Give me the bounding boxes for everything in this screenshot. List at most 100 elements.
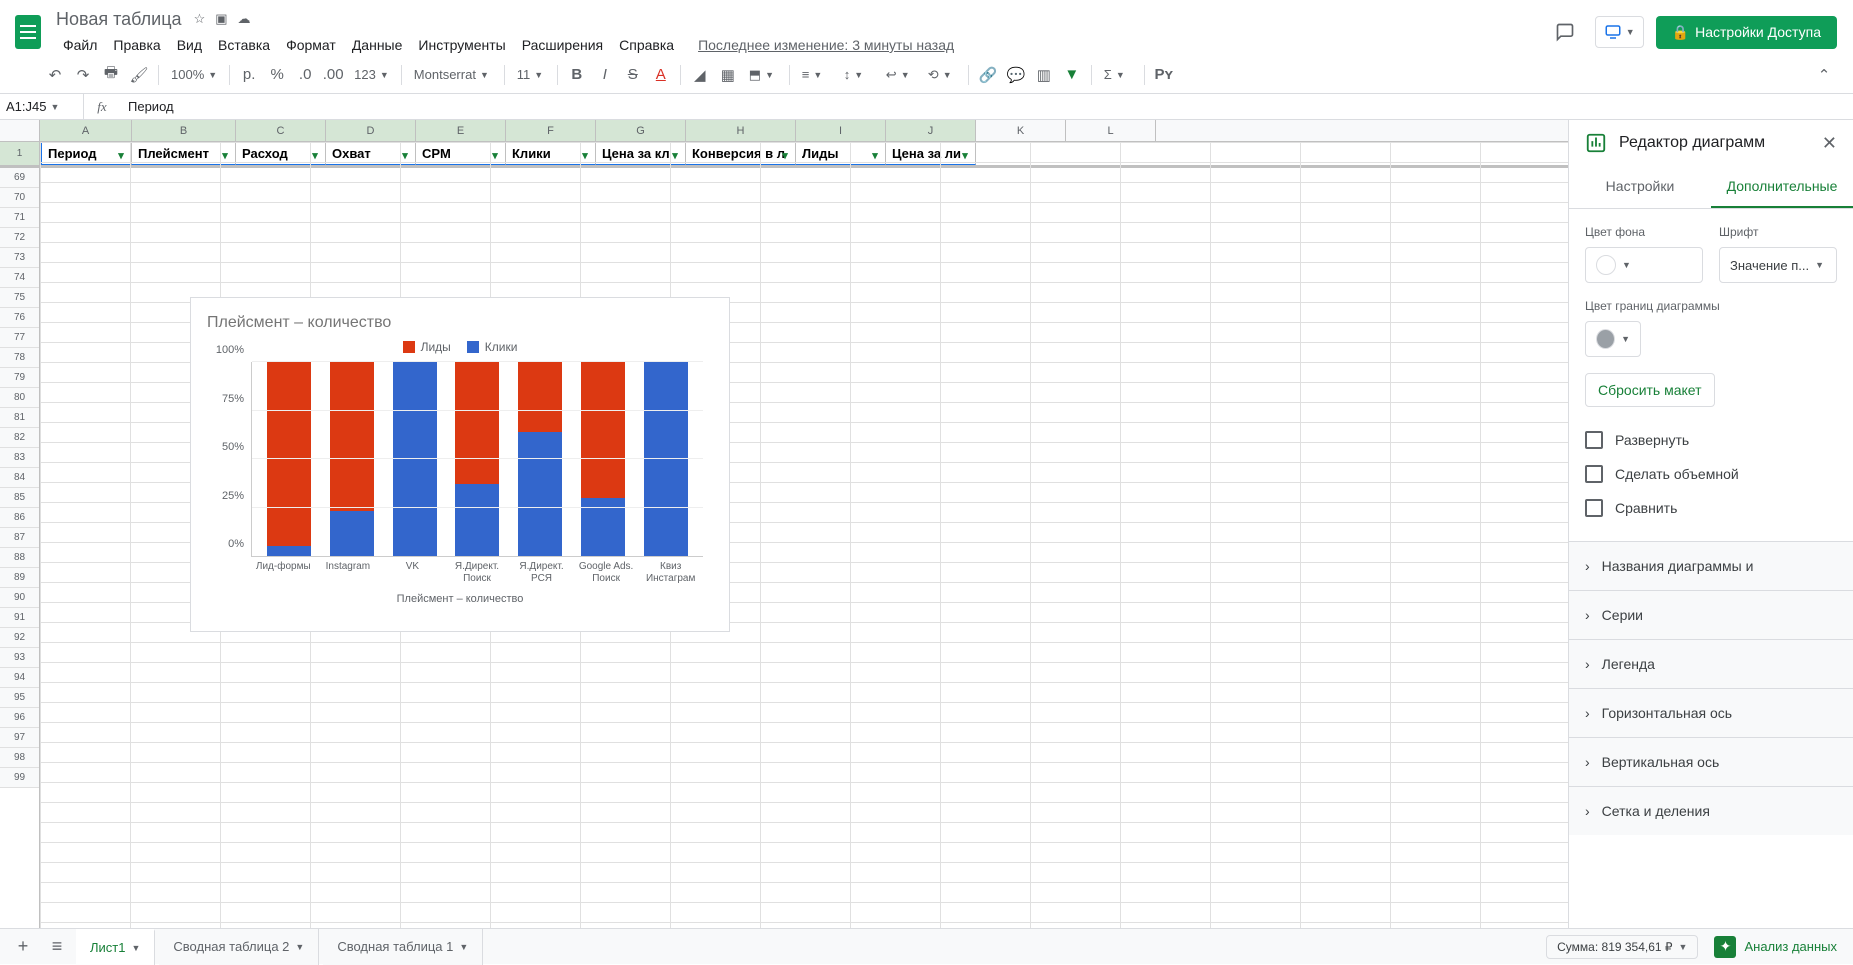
col-header[interactable]: D	[326, 120, 416, 141]
zoom-select[interactable]: 100%▼	[165, 67, 223, 82]
col-header[interactable]: C	[236, 120, 326, 141]
row-header[interactable]: 77	[0, 328, 39, 348]
row-header[interactable]: 72	[0, 228, 39, 248]
document-title[interactable]: Новая таблица	[56, 9, 182, 30]
row-header-frozen[interactable]: 1	[0, 142, 39, 168]
link-button[interactable]: 🔗	[975, 62, 1001, 88]
menu-file[interactable]: Файл	[56, 33, 104, 57]
row-header[interactable]: 81	[0, 408, 39, 428]
menu-format[interactable]: Формат	[279, 33, 343, 57]
rotate-button[interactable]: ⟲▼	[922, 67, 962, 83]
filter-icon[interactable]: ▾	[488, 148, 502, 162]
name-box[interactable]: A1:J45▼	[0, 94, 84, 119]
col-header[interactable]: F	[506, 120, 596, 141]
filter-icon[interactable]: ▾	[958, 148, 972, 162]
present-button[interactable]: ▼	[1595, 16, 1644, 48]
redo-button[interactable]: ↷	[70, 62, 96, 88]
filter-icon[interactable]: ▾	[218, 148, 232, 162]
filter-icon[interactable]: ▾	[114, 148, 128, 162]
row-header[interactable]: 86	[0, 508, 39, 528]
accordion-titles[interactable]: ›Названия диаграммы и	[1569, 541, 1853, 590]
col-header[interactable]: I	[796, 120, 886, 141]
header-cell[interactable]: Расход▾	[236, 142, 326, 165]
row-header[interactable]: 71	[0, 208, 39, 228]
row-header[interactable]: 88	[0, 548, 39, 568]
row-header[interactable]: 74	[0, 268, 39, 288]
sum-indicator[interactable]: Сумма: 819 354,61 ₽▼	[1546, 935, 1698, 959]
comment-button[interactable]: 💬	[1003, 62, 1029, 88]
star-icon[interactable]: ☆	[194, 11, 206, 27]
menu-insert[interactable]: Вставка	[211, 33, 277, 57]
menu-data[interactable]: Данные	[345, 33, 410, 57]
filter-icon[interactable]: ▾	[868, 148, 882, 162]
sheet-tab-pivot2[interactable]: Сводная таблица 2▼	[159, 929, 319, 965]
functions-button[interactable]: Σ▼	[1098, 67, 1138, 82]
row-header[interactable]: 90	[0, 588, 39, 608]
checkbox-maximize[interactable]: Развернуть	[1585, 423, 1837, 457]
row-headers[interactable]: 1 69707172737475767778798081828384858687…	[0, 142, 40, 928]
col-header[interactable]: A	[40, 120, 132, 141]
move-icon[interactable]: ▣	[215, 11, 227, 27]
filter-icon[interactable]: ▾	[578, 148, 592, 162]
format-select[interactable]: 123▼	[348, 67, 395, 82]
merge-button[interactable]: ⬒▼	[743, 67, 783, 83]
percent-button[interactable]: %	[264, 62, 290, 88]
font-size-select[interactable]: 11▼	[511, 67, 551, 82]
col-header[interactable]: E	[416, 120, 506, 141]
accordion-legend[interactable]: ›Легенда	[1569, 639, 1853, 688]
row-header[interactable]: 83	[0, 448, 39, 468]
header-cell[interactable]: Цена за ли▾	[886, 142, 976, 165]
column-headers[interactable]: ABCDEFGHIJKL	[0, 120, 1568, 142]
header-cell[interactable]: CPM▾	[416, 142, 506, 165]
checkbox-3d[interactable]: Сделать объемной	[1585, 457, 1837, 491]
all-sheets-button[interactable]: ≡	[42, 932, 72, 962]
header-cell[interactable]: Цена за кл▾	[596, 142, 686, 165]
row-header[interactable]: 78	[0, 348, 39, 368]
row-header[interactable]: 93	[0, 648, 39, 668]
header-cell[interactable]: Лиды▾	[796, 142, 886, 165]
menu-help[interactable]: Справка	[612, 33, 681, 57]
accordion-haxis[interactable]: ›Горизонтальная ось	[1569, 688, 1853, 737]
col-header[interactable]: G	[596, 120, 686, 141]
filter-icon[interactable]: ▾	[398, 148, 412, 162]
row-header[interactable]: 99	[0, 768, 39, 788]
reset-layout-button[interactable]: Сбросить макет	[1585, 373, 1715, 407]
bold-button[interactable]: B	[564, 62, 590, 88]
close-icon[interactable]: ✕	[1822, 133, 1837, 154]
accordion-vaxis[interactable]: ›Вертикальная ось	[1569, 737, 1853, 786]
row-header[interactable]: 76	[0, 308, 39, 328]
row-header[interactable]: 92	[0, 628, 39, 648]
row-header[interactable]: 70	[0, 188, 39, 208]
valign-button[interactable]: ↕▼	[838, 67, 878, 82]
tab-customize[interactable]: Дополнительные	[1711, 166, 1853, 208]
border-color-picker[interactable]: ▼	[1585, 321, 1641, 357]
filter-icon[interactable]: ▾	[668, 148, 682, 162]
row-header[interactable]: 75	[0, 288, 39, 308]
row-header[interactable]: 95	[0, 688, 39, 708]
print-button[interactable]: 🖶	[98, 62, 124, 88]
col-header[interactable]: J	[886, 120, 976, 141]
analyze-data-button[interactable]: ✦Анализ данных	[1706, 932, 1845, 962]
sheet-area[interactable]: ABCDEFGHIJKL 1 6970717273747576777879808…	[0, 120, 1568, 928]
row-header[interactable]: 89	[0, 568, 39, 588]
col-header[interactable]: K	[976, 120, 1066, 141]
filter-icon[interactable]: ▾	[778, 148, 792, 162]
filter-icon[interactable]: ▾	[308, 148, 322, 162]
sheet-tab-1[interactable]: Лист1▼	[76, 929, 155, 965]
row-header[interactable]: 82	[0, 428, 39, 448]
col-header[interactable]: L	[1066, 120, 1156, 141]
menu-tools[interactable]: Инструменты	[411, 33, 512, 57]
bg-color-picker[interactable]: ▼	[1585, 247, 1703, 283]
cloud-icon[interactable]: ☁	[238, 11, 251, 27]
currency-button[interactable]: р.	[236, 62, 262, 88]
collapse-toolbar-button[interactable]: ⌃	[1811, 62, 1837, 88]
wrap-button[interactable]: ↩▼	[880, 67, 920, 83]
filter-button[interactable]: ▼	[1059, 62, 1085, 88]
fill-color-button[interactable]: ◢	[687, 62, 713, 88]
borders-button[interactable]: ▦	[715, 62, 741, 88]
col-header[interactable]: B	[132, 120, 236, 141]
font-select[interactable]: Montserrat▼	[408, 67, 498, 82]
text-color-button[interactable]: A	[648, 62, 674, 88]
chart-button[interactable]: ▥	[1031, 62, 1057, 88]
menu-extensions[interactable]: Расширения	[515, 33, 610, 57]
